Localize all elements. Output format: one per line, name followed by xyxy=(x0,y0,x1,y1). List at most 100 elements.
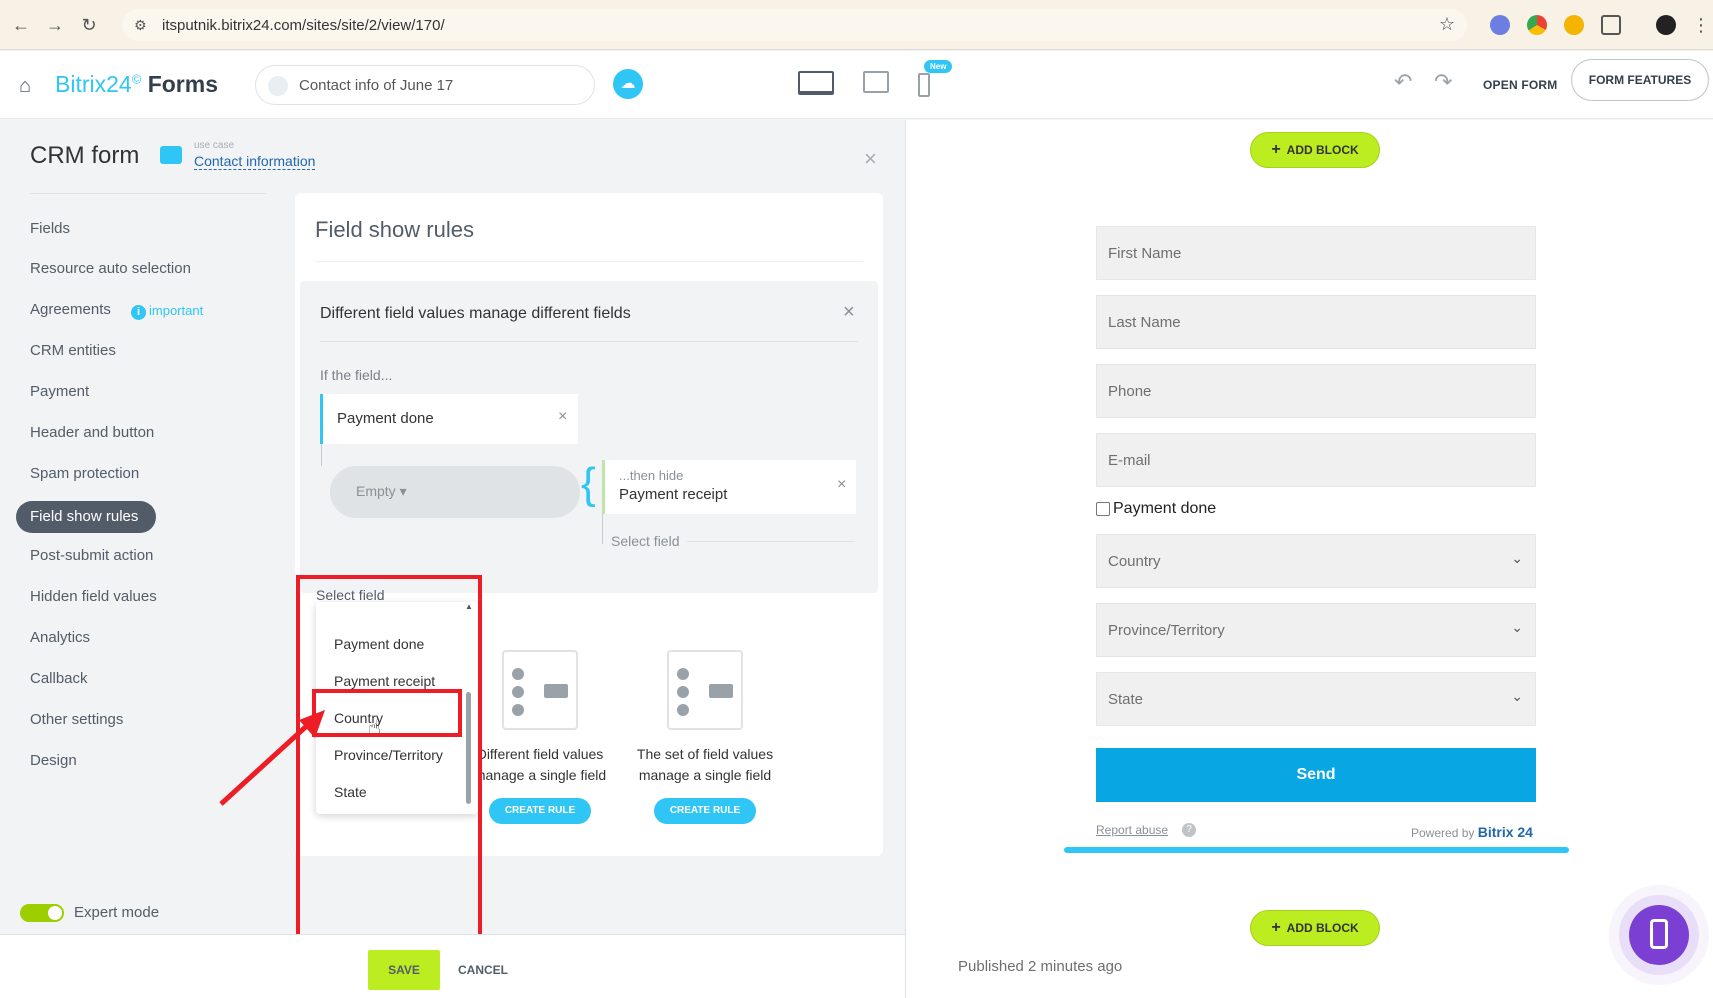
menu-item-design[interactable]: Design xyxy=(30,752,77,769)
expert-mode-toggle[interactable] xyxy=(20,904,64,922)
payment-done-label: Payment done xyxy=(1113,500,1217,517)
help-icon[interactable]: ? xyxy=(1182,823,1196,837)
preview-input-first-name[interactable]: First Name xyxy=(1096,226,1536,280)
select-field-link[interactable]: Select field xyxy=(611,533,679,549)
preview-input-phone[interactable]: Phone xyxy=(1096,364,1536,418)
undo-icon[interactable]: ↶ xyxy=(1394,69,1412,95)
preview-select-country[interactable]: Country ⌄ xyxy=(1096,534,1536,588)
divider xyxy=(315,261,863,262)
cancel-button[interactable]: CANCEL xyxy=(458,963,508,977)
address-bar[interactable]: ⚙ itsputnik.bitrix24.com/sites/site/2/vi… xyxy=(122,9,1467,41)
desktop-view-icon[interactable] xyxy=(798,71,834,95)
browser-toolbar: ← → ↻ ⚙ itsputnik.bitrix24.com/sites/sit… xyxy=(0,0,1713,50)
preview-select-state[interactable]: State ⌄ xyxy=(1096,672,1536,726)
site-info-icon[interactable]: ⚙ xyxy=(134,17,147,34)
create-rule-button[interactable]: CREATE RULE xyxy=(489,798,591,824)
menu-item-spam-protection[interactable]: Spam protection xyxy=(30,465,139,482)
bottom-action-bar: SAVE CANCEL xyxy=(0,934,905,998)
rule-type-card: The set of field values manage a single f… xyxy=(620,650,790,824)
rule-box: Different field values manage different … xyxy=(300,281,878,593)
chrome-extension-icon[interactable] xyxy=(1527,15,1547,35)
menu-dots-icon[interactable]: ⋮ xyxy=(1692,12,1710,38)
use-case-caption: use case xyxy=(194,140,235,151)
form-accent-line xyxy=(1064,847,1569,853)
menu-item-payment[interactable]: Payment xyxy=(30,383,89,400)
close-rule-icon[interactable]: × xyxy=(843,301,855,324)
open-form-button[interactable]: OPEN FORM xyxy=(1483,78,1557,92)
home-icon[interactable]: ⌂ xyxy=(19,75,31,98)
tablet-view-icon[interactable] xyxy=(863,71,889,93)
back-icon[interactable]: ← xyxy=(8,12,34,38)
use-case-icon xyxy=(160,146,182,164)
action-caption: ...then hide xyxy=(619,468,684,483)
form-preview: + ADD BLOCK First Name Last Name Phone E-… xyxy=(905,120,1713,998)
form-name-field[interactable]: Contact info of June 17 xyxy=(255,65,595,105)
cloud-save-icon[interactable]: ☁ xyxy=(613,69,643,99)
reload-icon[interactable]: ↻ xyxy=(76,12,102,38)
rule-type-text: The set of field values manage a single f… xyxy=(636,746,774,783)
menu-item-hidden-field-values[interactable]: Hidden field values xyxy=(30,588,157,605)
remove-action-icon[interactable]: × xyxy=(837,476,846,494)
condition-field-chip[interactable]: Payment done × xyxy=(320,394,578,444)
condition-field-text: Payment done xyxy=(337,410,434,427)
red-arrow-icon xyxy=(219,710,325,806)
chevron-down-icon: ⌄ xyxy=(1511,619,1523,635)
new-badge: New xyxy=(924,60,953,73)
menu-item-agreements[interactable]: Agreements xyxy=(30,301,111,318)
add-block-button[interactable]: + ADD BLOCK xyxy=(1250,132,1380,168)
puzzle-icon[interactable] xyxy=(1601,15,1621,35)
form-features-button[interactable]: FORM FEATURES xyxy=(1571,59,1709,101)
preview-input-last-name[interactable]: Last Name xyxy=(1096,295,1536,349)
menu-item-analytics[interactable]: Analytics xyxy=(30,629,90,646)
redo-icon[interactable]: ↷ xyxy=(1434,69,1452,95)
settings-panel: CRM form use case Contact information × … xyxy=(0,120,905,998)
remove-field-icon[interactable]: × xyxy=(558,408,567,426)
condition-value-select[interactable]: Empty ▾ xyxy=(330,466,580,518)
rule-diagram-icon xyxy=(667,650,743,730)
menu-item-callback[interactable]: Callback xyxy=(30,670,88,687)
section-title: Field show rules xyxy=(315,217,474,242)
save-button[interactable]: SAVE xyxy=(368,950,440,990)
bookmark-star-icon[interactable]: ☆ xyxy=(1439,14,1455,35)
create-rule-button[interactable]: CREATE RULE xyxy=(654,798,756,824)
menu-item-fields[interactable]: Fields xyxy=(30,220,70,237)
rule-diagram-icon xyxy=(502,650,578,730)
menu-item-crm-entities[interactable]: CRM entities xyxy=(30,342,116,359)
phone-widget-button[interactable] xyxy=(1629,905,1689,965)
powered-brand[interactable]: Bitrix 24 xyxy=(1478,824,1533,840)
url-text: itsputnik.bitrix24.com/sites/site/2/view… xyxy=(162,17,445,34)
published-status: Published 2 minutes ago xyxy=(958,958,1123,975)
payment-done-checkbox[interactable] xyxy=(1096,502,1110,516)
action-field-text: Payment receipt xyxy=(619,486,728,503)
action-field-chip[interactable]: ...then hide Payment receipt × xyxy=(602,460,856,514)
mobile-view-icon[interactable] xyxy=(918,73,930,97)
menu-item-resource-auto-selection[interactable]: Resource auto selection xyxy=(30,260,191,277)
info-icon: i xyxy=(131,305,146,320)
avatar[interactable] xyxy=(1656,15,1676,35)
preview-select-province[interactable]: Province/Territory ⌄ xyxy=(1096,603,1536,657)
report-abuse-link[interactable]: Report abuse xyxy=(1096,823,1168,837)
logo-forms-text: Forms xyxy=(147,71,218,97)
form-name-text: Contact info of June 17 xyxy=(299,77,454,94)
close-icon[interactable]: × xyxy=(864,146,877,172)
chevron-down-icon: ⌄ xyxy=(1511,688,1523,704)
menu-item-field-show-rules[interactable]: Field show rules xyxy=(30,508,138,525)
add-block-button[interactable]: + ADD BLOCK xyxy=(1250,910,1380,946)
if-field-label: If the field... xyxy=(320,367,393,383)
menu-item-other-settings[interactable]: Other settings xyxy=(30,711,123,728)
use-case-link[interactable]: Contact information xyxy=(194,153,316,170)
important-badge[interactable]: i important xyxy=(131,303,203,320)
brace-connector: { xyxy=(581,459,596,508)
phone-icon xyxy=(1650,919,1668,949)
menu-item-post-submit-action[interactable]: Post-submit action xyxy=(30,547,153,564)
divider xyxy=(320,341,858,342)
menu-item-header-and-button[interactable]: Header and button xyxy=(30,424,154,441)
extension-icon[interactable] xyxy=(1564,15,1584,35)
extension-icon[interactable] xyxy=(1490,15,1510,35)
preview-input-email[interactable]: E-mail xyxy=(1096,433,1536,487)
form-avatar-icon xyxy=(268,76,288,96)
send-button[interactable]: Send xyxy=(1096,748,1536,802)
forward-icon[interactable]: → xyxy=(42,12,68,38)
app-header: ⌂ Bitrix24© Forms Contact info of June 1… xyxy=(0,51,1713,119)
logo: Bitrix24© Forms xyxy=(55,71,218,98)
